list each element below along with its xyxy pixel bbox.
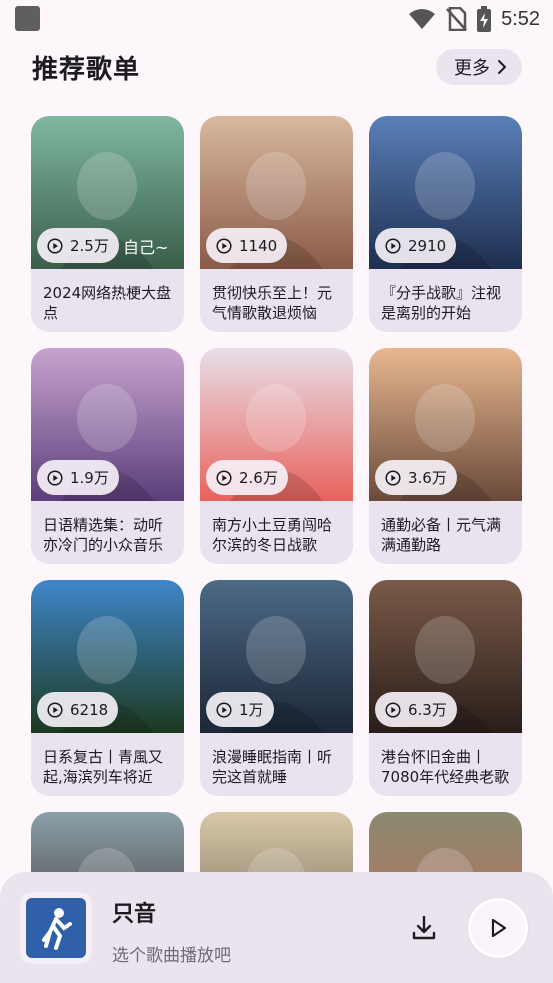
playlist-title: 『分手战歌』注视是离别的开始 — [381, 284, 502, 322]
play-circle-icon — [47, 237, 63, 254]
playlist-cover: 6218 — [31, 580, 184, 733]
chevron-right-icon — [498, 60, 506, 74]
play-circle-icon — [216, 237, 232, 254]
play-count: 1140 — [239, 236, 278, 255]
dancer-icon — [42, 908, 72, 950]
playlist-grid: 自己~ 2.5万 2024网络热梗大盘点 1140 贯彻快乐至上！元气情歌散退烦恼 291… — [31, 116, 522, 983]
section-header: 推荐歌单 更多 — [32, 48, 522, 86]
play-circle-icon — [385, 701, 401, 718]
album-art[interactable] — [26, 898, 86, 958]
play-count-badge: 1.9万 — [37, 460, 119, 495]
playlist-cover: 2910 — [369, 116, 522, 269]
play-count-badge: 2.5万 — [37, 228, 119, 263]
play-circle-icon — [385, 237, 401, 254]
cover-text: 自己~ — [123, 238, 169, 257]
playlist-title: 日语精选集：动听亦冷门的小众音乐 — [43, 516, 164, 554]
playlist-cover: 自己~ 2.5万 — [31, 116, 184, 269]
play-count: 2.5万 — [70, 237, 109, 255]
playlist-cover: 2.6万 — [200, 348, 353, 501]
play-count-badge: 1万 — [206, 692, 274, 727]
play-count: 6.3万 — [408, 701, 447, 719]
play-count-badge: 6.3万 — [375, 692, 457, 727]
status-time: 5:52 — [501, 7, 540, 30]
playlist-title: 日系复古丨青風又起,海滨列车将近 — [43, 748, 164, 786]
playlist-title: 南方小土豆勇闯哈尔滨的冬日战歌 — [212, 516, 333, 554]
playlist-title: 贯彻快乐至上！元气情歌散退烦恼 — [212, 284, 333, 322]
play-circle-icon — [47, 469, 63, 486]
play-circle-icon — [216, 469, 232, 486]
play-count-badge: 2910 — [375, 228, 457, 263]
download-button[interactable] — [408, 912, 440, 944]
playlist-card[interactable]: 6.3万港台怀旧金曲丨7080年代经典老歌 — [369, 580, 522, 796]
play-count: 2910 — [408, 236, 447, 255]
play-count: 1万 — [239, 701, 264, 719]
playlist-card[interactable]: 1140 贯彻快乐至上！元气情歌散退烦恼 — [200, 116, 353, 332]
play-count-badge: 1140 — [206, 228, 288, 263]
playlist-cover: 6.3万 — [369, 580, 522, 733]
play-count: 1.9万 — [70, 469, 109, 487]
track-subtitle: 选个歌曲播放吧 — [112, 946, 231, 966]
playlist-card[interactable]: 2.6万南方小土豆勇闯哈尔滨的冬日战歌 — [200, 348, 353, 564]
battery-charging-icon — [477, 6, 492, 32]
play-count: 6218 — [70, 700, 109, 719]
playlist-card[interactable]: 6218 日系复古丨青風又起,海滨列车将近 — [31, 580, 184, 796]
more-button[interactable]: 更多 — [436, 49, 522, 85]
playlist-cover: 1.9万 — [31, 348, 184, 501]
mini-player[interactable]: 只音 选个歌曲播放吧 — [0, 872, 553, 983]
playlist-card[interactable]: 2910 『分手战歌』注视是离别的开始 — [369, 116, 522, 332]
playlist-card[interactable]: 1.9万日语精选集：动听亦冷门的小众音乐 — [31, 348, 184, 564]
play-count: 2.6万 — [239, 469, 278, 487]
play-circle-icon — [385, 469, 401, 486]
status-bar: 5:52 — [0, 0, 553, 38]
play-circle-icon — [216, 701, 232, 718]
play-count-badge: 2.6万 — [206, 460, 288, 495]
playlist-title: 浪漫睡眠指南丨听完这首就睡 — [212, 748, 333, 786]
playlist-title: 港台怀旧金曲丨7080年代经典老歌 — [381, 748, 510, 786]
play-circle-icon — [47, 701, 63, 718]
playlist-cover: 3.6万 — [369, 348, 522, 501]
playlist-cover: 1140 — [200, 116, 353, 269]
download-icon — [412, 915, 436, 940]
play-count-badge: 3.6万 — [375, 460, 457, 495]
track-title: 只音 — [112, 902, 157, 927]
page-title: 推荐歌单 — [32, 54, 141, 85]
playlist-cover: 1万 — [200, 580, 353, 733]
status-icons: 5:52 — [408, 6, 540, 32]
notification-icon — [15, 6, 40, 31]
more-label: 更多 — [454, 58, 490, 79]
play-count-badge: 6218 — [37, 692, 119, 727]
playlist-card[interactable]: 3.6万通勤必备丨元气满满通勤路 — [369, 348, 522, 564]
playlist-card[interactable]: 1万浪漫睡眠指南丨听完这首就睡 — [200, 580, 353, 796]
wifi-icon — [409, 9, 436, 29]
playlist-card[interactable]: 自己~ 2.5万 2024网络热梗大盘点 — [31, 116, 184, 332]
playlist-title: 2024网络热梗大盘点 — [43, 284, 172, 322]
play-count: 3.6万 — [408, 469, 447, 487]
playlist-title: 通勤必备丨元气满满通勤路 — [381, 516, 502, 554]
play-button[interactable] — [468, 898, 528, 958]
play-icon — [491, 918, 507, 938]
no-sim-icon — [446, 7, 467, 31]
